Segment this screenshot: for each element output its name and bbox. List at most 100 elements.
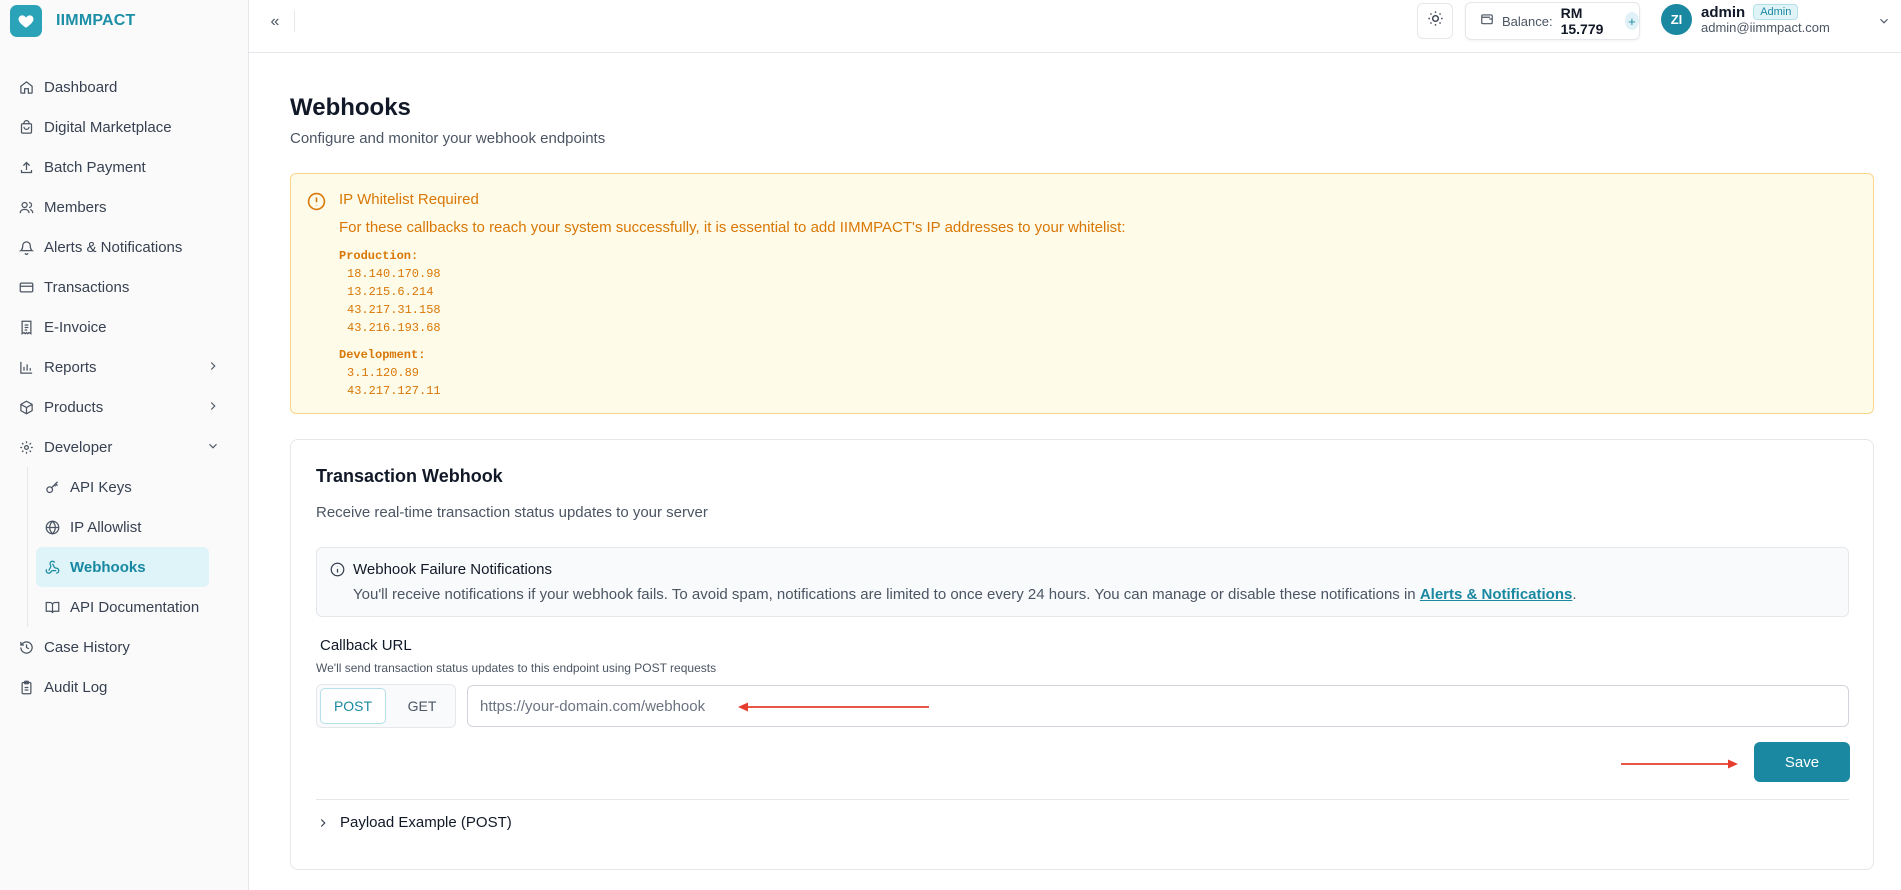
ip-list: Production: 18.140.170.98 13.215.6.214 4… (339, 248, 1873, 400)
credit-card-icon (18, 279, 34, 295)
top-header: « Balance: RM 15.779 + ZI admin Admin adm… (249, 0, 1901, 53)
notice-text: You'll receive notifications if your web… (353, 586, 1577, 603)
production-ip: 13.215.6.214 (347, 285, 434, 299)
sidebar-item-members[interactable]: Members (0, 187, 248, 227)
callback-url-hint: We'll send transaction status updates to… (316, 661, 717, 675)
sidebar-item-label: Case History (44, 638, 130, 656)
top-up-button[interactable]: + (1624, 12, 1639, 30)
webhook-icon (44, 559, 60, 575)
role-badge: Admin (1753, 4, 1799, 20)
home-icon (18, 79, 34, 95)
sidebar-item-developer[interactable]: Developer (0, 427, 248, 467)
alert-description: For these callbacks to reach your system… (339, 219, 1126, 236)
sidebar-item-label: E-Invoice (44, 318, 107, 336)
user-name: admin (1701, 3, 1746, 21)
sidebar-item-case-history[interactable]: Case History (0, 627, 248, 667)
info-icon (330, 562, 346, 578)
gear-icon (18, 439, 34, 455)
payload-example-label: Payload Example (POST) (340, 814, 512, 831)
page-title: Webhooks (290, 94, 411, 121)
alert-title: IP Whitelist Required (339, 191, 479, 208)
development-label: Development: (339, 348, 426, 362)
chevron-right-icon (206, 399, 222, 415)
payload-example-toggle[interactable]: Payload Example (POST) (316, 814, 512, 831)
upload-icon (18, 159, 34, 175)
sidebar-item-label: Alerts & Notifications (44, 238, 183, 256)
failure-notice: Webhook Failure Notifications You'll rec… (316, 547, 1849, 617)
balance-value: RM 15.779 (1560, 5, 1604, 37)
sidebar-item-transactions[interactable]: Transactions (0, 267, 248, 307)
development-ip: 43.217.127.11 (347, 384, 441, 398)
sidebar-item-products[interactable]: Products (0, 387, 248, 427)
sidebar: IIMMPACT Dashboard Digital Marketplace B… (0, 0, 249, 890)
user-email: admin@iimmpact.com (1701, 20, 1830, 35)
history-icon (18, 639, 34, 655)
alerts-notifications-link[interactable]: Alerts & Notifications (1420, 586, 1573, 603)
sidebar-item-e-invoice[interactable]: E-Invoice (0, 307, 248, 347)
sidebar-item-alerts-notifications[interactable]: Alerts & Notifications (0, 227, 248, 267)
wallet-icon (1480, 12, 1494, 31)
sidebar-item-dashboard[interactable]: Dashboard (0, 67, 248, 107)
brand-name: IIMMPACT (56, 12, 136, 29)
sidebar-item-api-keys[interactable]: API Keys (36, 467, 248, 507)
bell-icon (18, 239, 34, 255)
sidebar-item-api-documentation[interactable]: API Documentation (36, 587, 248, 627)
sidebar-item-label: Digital Marketplace (44, 118, 172, 136)
sidebar-item-digital-marketplace[interactable]: Digital Marketplace (0, 107, 248, 147)
ip-whitelist-alert: IP Whitelist Required For these callback… (290, 173, 1874, 414)
user-menu[interactable]: ZI admin Admin admin@iimmpact.com (1661, 4, 1830, 35)
transaction-webhook-card: Transaction Webhook Receive real-time tr… (290, 439, 1874, 870)
sidebar-item-audit-log[interactable]: Audit Log (0, 667, 248, 707)
production-ip: 43.216.193.68 (347, 321, 441, 335)
sidebar-item-label: Batch Payment (44, 158, 146, 176)
chevron-down-icon[interactable] (1877, 14, 1891, 28)
method-get-button[interactable]: GET (392, 688, 452, 724)
balance-widget[interactable]: Balance: RM 15.779 + (1465, 2, 1640, 40)
avatar: ZI (1661, 4, 1692, 35)
sidebar-item-reports[interactable]: Reports (0, 347, 248, 387)
theme-toggle-button[interactable] (1417, 3, 1453, 39)
collapse-sidebar-button[interactable]: « (265, 12, 285, 32)
heart-logo-icon (10, 5, 42, 37)
callback-url-label: Callback URL (320, 637, 412, 654)
receipt-icon (18, 319, 34, 335)
clipboard-icon (18, 679, 34, 695)
sidebar-item-label: Dashboard (44, 78, 118, 96)
package-icon (18, 399, 34, 415)
bar-chart-icon (18, 359, 34, 375)
sidebar-item-label: Webhooks (70, 558, 146, 576)
sidebar-item-label: API Documentation (70, 598, 200, 616)
sidebar-item-label: Developer (44, 438, 113, 456)
sidebar-item-label: Members (44, 198, 107, 216)
notice-body: You'll receive notifications if your web… (353, 586, 1420, 603)
sidebar-item-label: Reports (44, 358, 97, 376)
card-title: Transaction Webhook (316, 466, 503, 486)
brand[interactable]: IIMMPACT (0, 0, 248, 42)
chevron-right-icon (316, 816, 330, 830)
shopping-bag-icon (18, 119, 34, 135)
sidebar-item-webhooks[interactable]: Webhooks (36, 547, 209, 587)
sidebar-item-ip-allowlist[interactable]: IP Allowlist (36, 507, 248, 547)
book-open-icon (44, 599, 60, 615)
key-icon (44, 479, 60, 495)
chevron-down-icon (206, 439, 222, 455)
users-icon (18, 199, 34, 215)
production-ip: 18.140.170.98 (347, 267, 441, 281)
sidebar-item-batch-payment[interactable]: Batch Payment (0, 147, 248, 187)
sidebar-item-label: Transactions (44, 278, 130, 296)
production-label: Production: (339, 249, 419, 263)
card-subtitle: Receive real-time transaction status upd… (316, 504, 708, 521)
balance-label: Balance: (1502, 13, 1553, 29)
notice-title: Webhook Failure Notifications (353, 561, 552, 578)
save-button[interactable]: Save (1754, 742, 1850, 782)
production-ip: 43.217.31.158 (347, 303, 441, 317)
development-ip: 3.1.120.89 (347, 366, 420, 380)
http-method-toggle: POST GET (316, 684, 456, 728)
sidebar-item-label: Products (44, 398, 104, 416)
method-post-button[interactable]: POST (320, 688, 386, 724)
card-divider (316, 799, 1849, 800)
notice-period: . (1572, 586, 1577, 603)
callback-url-input[interactable] (467, 685, 1849, 727)
chevron-right-icon (206, 359, 222, 375)
sidebar-item-label: IP Allowlist (70, 518, 142, 536)
